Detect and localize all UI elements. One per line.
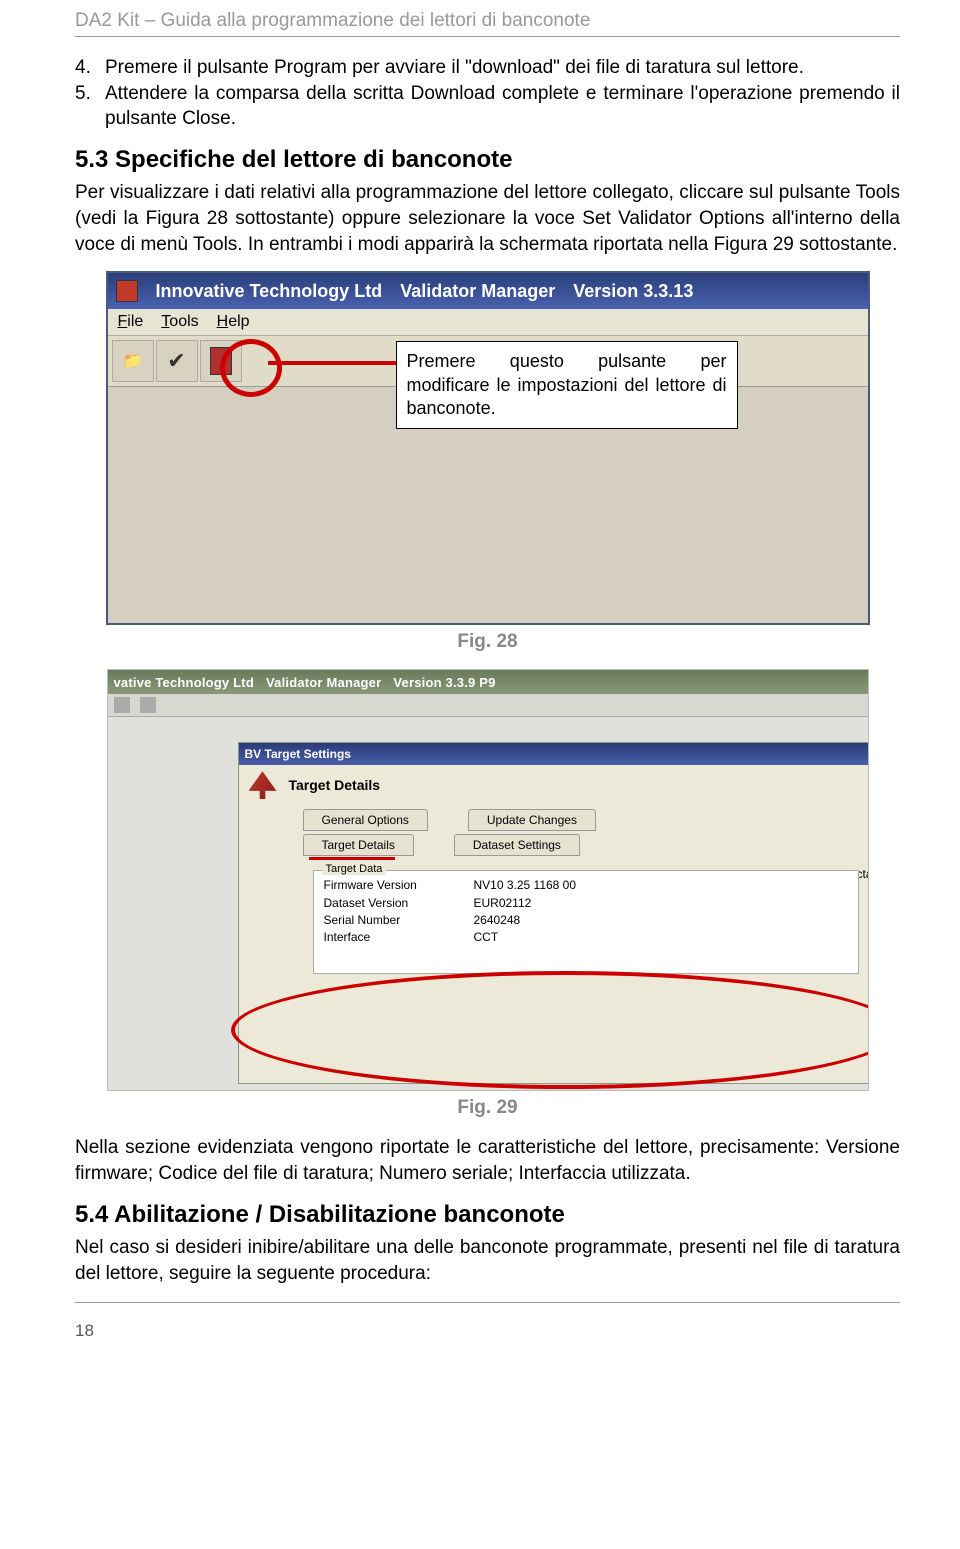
tab-general-options[interactable]: General Options (303, 809, 428, 831)
menu-tools[interactable]: Tools (161, 313, 198, 331)
menu-file[interactable]: File (118, 313, 144, 331)
field-serial-val: 2640248 (474, 912, 521, 929)
tab-underline (309, 857, 395, 860)
section-5-3-body: Per visualizzare i dati relativi alla pr… (75, 180, 900, 257)
footer-rule (75, 1302, 900, 1303)
check-icon: ✔ (167, 348, 185, 374)
header-rule (75, 36, 900, 37)
folder-icon: 📁 (123, 351, 143, 371)
step-5-text: Attendere la comparsa della scritta Down… (105, 81, 900, 132)
inner-titlebar: BV Target Settings (239, 743, 869, 765)
toolbar29-icon-2[interactable] (140, 697, 156, 713)
window-titlebar: Innovative Technology Ltd Validator Mana… (108, 273, 868, 309)
validator-options-button[interactable] (200, 340, 242, 382)
step-4: 4. Premere il pulsante Program per avvia… (75, 55, 900, 81)
para-after-fig29: Nella sezione evidenziata vengono riport… (75, 1135, 900, 1186)
toolbar-29 (108, 694, 868, 717)
open-folder-button[interactable]: 📁 (112, 340, 154, 382)
bv-target-settings-window: BV Target Settings Target Details Genera… (238, 742, 869, 1084)
inner-header-label: Target Details (289, 777, 381, 793)
titlebar-company: Innovative Technology Ltd (156, 281, 383, 302)
step-4-num: 4. (75, 55, 105, 81)
figure-29-caption: Fig. 29 (75, 1097, 900, 1119)
annotation-line (268, 361, 396, 365)
tab-row-1: General Options Update Changes (303, 809, 865, 831)
inner-header-row: Target Details (239, 765, 869, 805)
field-serial: Serial Number 2640248 (324, 912, 848, 929)
figure-28-caption: Fig. 28 (75, 631, 900, 653)
window-titlebar-29: vative Technology Ltd Validator Manager … (108, 670, 868, 694)
target-data-label: Target Data (322, 863, 387, 875)
field-firmware: Firmware Version NV10 3.25 1168 00 (324, 877, 848, 894)
titlebar-version: Version 3.3.13 (573, 281, 693, 302)
field-serial-key: Serial Number (324, 912, 474, 929)
section-5-3-heading: 5.3 Specifiche del lettore di banconote (75, 144, 900, 176)
field-firmware-key: Firmware Version (324, 877, 474, 894)
arrow-icon (249, 771, 277, 799)
section-5-4-body: Nel caso si desideri inibire/abilitare u… (75, 1235, 900, 1286)
titlebar29-version: Version 3.3.9 P9 (393, 675, 495, 690)
target-data-panel: Target Data Firmware Version NV10 3.25 1… (313, 870, 859, 974)
field-dataset-key: Dataset Version (324, 895, 474, 912)
titlebar29-app: Validator Manager (266, 675, 381, 690)
titlebar29-company: vative Technology Ltd (114, 675, 254, 690)
field-interface: Interface CCT (324, 929, 848, 946)
menubar: File Tools Help (108, 309, 868, 336)
check-button[interactable]: ✔ (156, 340, 198, 382)
app-icon (116, 280, 138, 302)
tab-row-2: Target Details Dataset Settings (303, 834, 865, 856)
tab-update-changes[interactable]: Update Changes (468, 809, 596, 831)
annotation-ellipse (231, 971, 869, 1089)
callout-box: Premere questo pulsante per modificare l… (396, 341, 738, 429)
field-firmware-val: NV10 3.25 1168 00 (474, 877, 577, 894)
field-dataset: Dataset Version EUR02112 (324, 895, 848, 912)
figure-28: Innovative Technology Ltd Validator Mana… (106, 271, 870, 625)
page-number: 18 (75, 1321, 900, 1341)
device-icon (210, 347, 232, 375)
field-interface-val: CCT (474, 929, 499, 946)
field-interface-key: Interface (324, 929, 474, 946)
toolbar29-icon-1[interactable] (114, 697, 130, 713)
step-5-num: 5. (75, 81, 105, 132)
tab-dataset-settings[interactable]: Dataset Settings (454, 834, 580, 856)
tab-target-details[interactable]: Target Details (303, 834, 414, 856)
titlebar-app: Validator Manager (400, 281, 555, 302)
section-5-4-heading: 5.4 Abilitazione / Disabilitazione banco… (75, 1199, 900, 1231)
field-dataset-val: EUR02112 (474, 895, 532, 912)
doc-header: DA2 Kit – Guida alla programmazione dei … (75, 0, 900, 36)
step-5: 5. Attendere la comparsa della scritta D… (75, 81, 900, 132)
figure-29: vative Technology Ltd Validator Manager … (107, 669, 869, 1091)
step-4-text: Premere il pulsante Program per avviare … (105, 55, 900, 81)
menu-help[interactable]: Help (217, 313, 250, 331)
